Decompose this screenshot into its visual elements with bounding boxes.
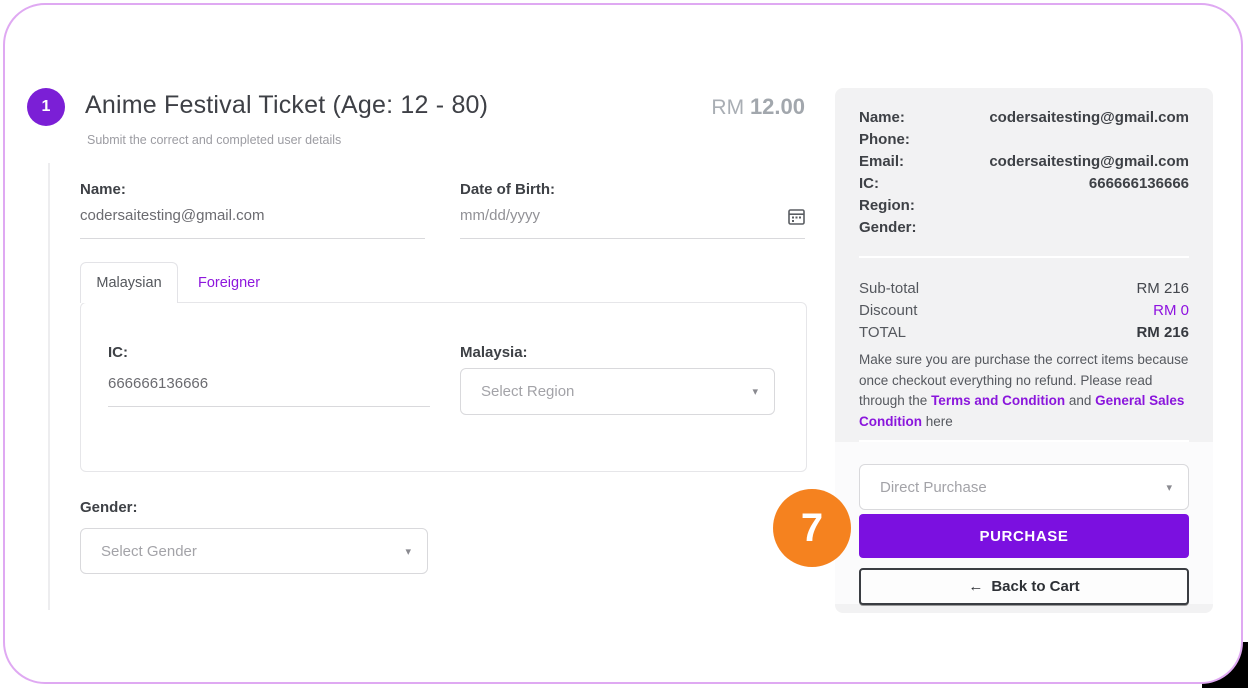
discount-row: DiscountRM 0 (859, 300, 1189, 322)
purchase-method-value: Direct Purchase (880, 479, 987, 496)
step-1-badge: 1 (27, 88, 65, 126)
dob-field-wrap (460, 205, 805, 239)
chevron-down-icon: ▾ (1166, 481, 1172, 494)
detail-row: Gender: (859, 217, 1189, 239)
ic-label: IC: (108, 344, 128, 361)
region-select[interactable]: Select Region ▾ (460, 368, 775, 415)
name-label: Name: (80, 181, 126, 198)
calendar-icon[interactable] (788, 208, 805, 225)
dob-input[interactable] (460, 205, 788, 226)
ic-field-wrap (108, 373, 430, 407)
gender-select[interactable]: Select Gender ▾ (80, 528, 428, 574)
ticket-price: RM 12.00 (500, 94, 805, 120)
total-row: TOTALRM 216 (859, 322, 1189, 344)
gender-select-value: Select Gender (101, 543, 197, 560)
ic-input[interactable] (108, 373, 430, 394)
purchase-button[interactable]: PURCHASE (859, 514, 1189, 558)
chevron-down-icon: ▾ (752, 385, 758, 398)
detail-row: Email:codersaitesting@gmail.com (859, 151, 1189, 173)
totals-section: Sub-totalRM 216 DiscountRM 0 TOTALRM 216… (835, 258, 1213, 442)
page-subtitle: Submit the correct and completed user de… (87, 133, 341, 147)
region-label: Malaysia: (460, 344, 528, 361)
detail-row: IC:666666136666 (859, 173, 1189, 195)
step-7-badge: 7 (773, 489, 851, 567)
detail-row: Region: (859, 195, 1189, 217)
back-to-cart-button[interactable]: ← Back to Cart (859, 568, 1189, 605)
region-select-value: Select Region (481, 383, 574, 400)
order-summary-card: Name:codersaitesting@gmail.com Phone: Em… (835, 88, 1213, 613)
refund-disclaimer: Make sure you are purchase the correct i… (859, 350, 1189, 432)
detail-row: Name:codersaitesting@gmail.com (859, 107, 1189, 129)
name-field-wrap (80, 205, 425, 239)
checkout-page: 1 Anime Festival Ticket (Age: 12 - 80) S… (0, 0, 1248, 688)
tab-foreigner[interactable]: Foreigner (178, 262, 280, 303)
back-arrow-icon: ← (968, 578, 983, 595)
name-input[interactable] (80, 205, 425, 226)
page-title: Anime Festival Ticket (Age: 12 - 80) (85, 91, 488, 120)
user-details-section: Name:codersaitesting@gmail.com Phone: Em… (835, 88, 1213, 258)
gender-label: Gender: (80, 499, 138, 516)
checkout-actions-section: Direct Purchase ▾ PURCHASE ← Back to Cart (835, 442, 1213, 604)
terms-and-condition-link[interactable]: Terms and Condition (931, 393, 1065, 408)
purchase-method-select[interactable]: Direct Purchase ▾ (859, 464, 1189, 510)
price-value: 12.00 (750, 94, 805, 119)
dob-label: Date of Birth: (460, 181, 555, 198)
chevron-down-icon: ▾ (405, 545, 411, 558)
detail-row: Phone: (859, 129, 1189, 151)
currency-label: RM (711, 96, 744, 119)
back-to-cart-label: Back to Cart (991, 578, 1079, 595)
tab-malaysian[interactable]: Malaysian (80, 262, 178, 303)
form-left-rule (48, 163, 50, 610)
subtotal-row: Sub-totalRM 216 (859, 278, 1189, 300)
